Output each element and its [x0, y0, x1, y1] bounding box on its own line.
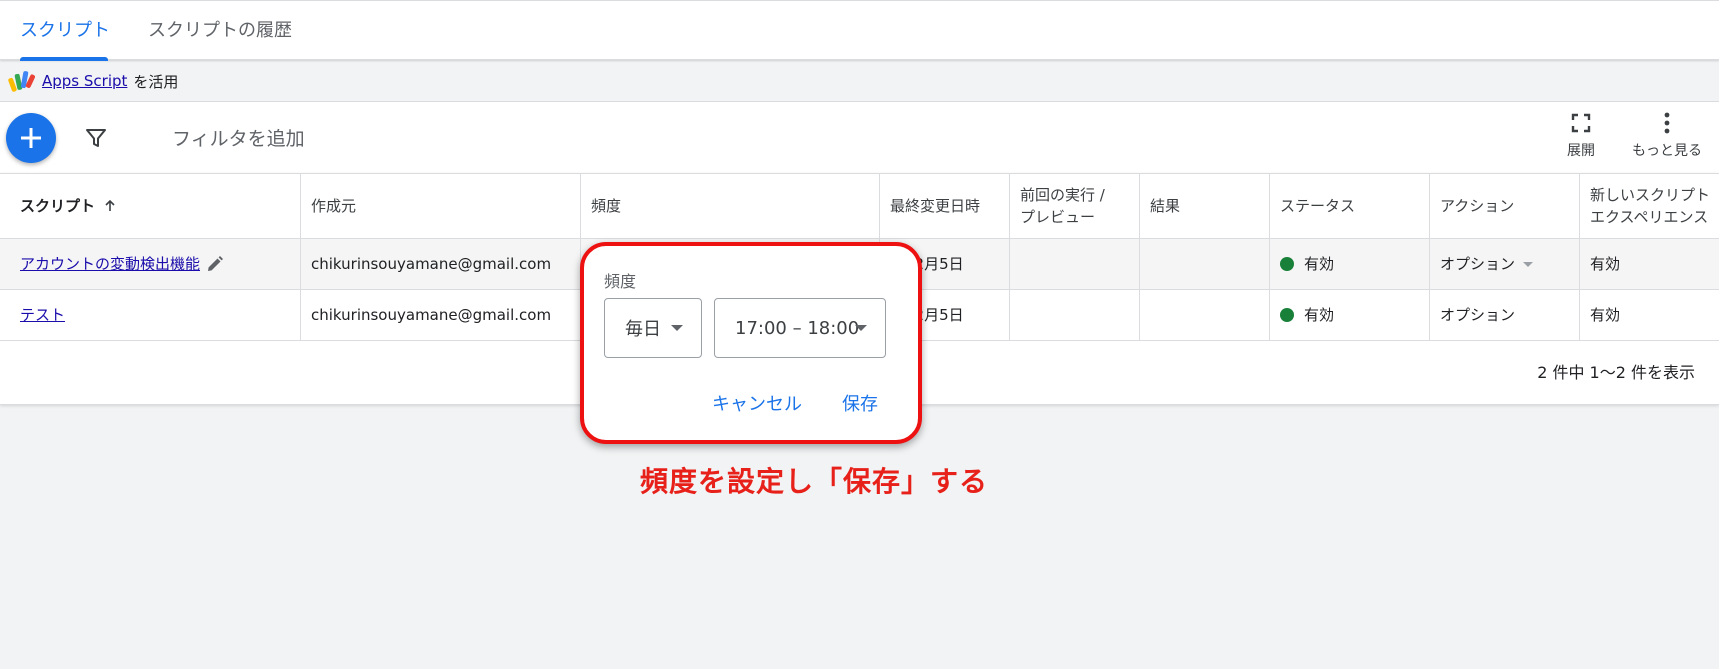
script-name-link[interactable]: テスト	[20, 304, 65, 326]
status-dot-icon	[1280, 257, 1294, 271]
toolbar: 展開 もっと見る	[0, 101, 1719, 173]
status-cell: 有効	[1270, 239, 1430, 289]
header-result: 結果	[1140, 174, 1270, 238]
table-header-row: スクリプト 作成元 頻度 最終変更日時 前回の実行 / プレビュー 結果 ステー…	[0, 173, 1719, 239]
apps-script-link[interactable]: Apps Script	[42, 72, 127, 90]
apps-script-suffix: を活用	[133, 72, 179, 91]
time-range-select[interactable]: 17:00 – 18:00	[714, 298, 886, 358]
dropdown-caret-icon	[671, 325, 683, 331]
dropdown-caret-icon	[1523, 261, 1534, 267]
header-frequency: 頻度	[581, 174, 880, 238]
header-script[interactable]: スクリプト	[0, 174, 301, 238]
apps-script-bar: Apps Script を活用	[0, 61, 1719, 101]
creator-cell: chikurinsouyamane@gmail.com	[301, 290, 581, 340]
tab-bar: スクリプト スクリプトの履歴	[0, 0, 1719, 61]
expand-label: 展開	[1567, 143, 1595, 159]
new-exp-cell: 有効	[1590, 306, 1621, 324]
popup-title: 頻度	[604, 272, 637, 291]
plus-icon	[21, 128, 41, 148]
header-prev-run: 前回の実行 / プレビュー	[1010, 174, 1140, 238]
status-label: 有効	[1304, 255, 1335, 273]
time-range-value: 17:00 – 18:00	[735, 317, 860, 339]
prev-run-cell	[1010, 239, 1140, 289]
header-script-label: スクリプト	[20, 197, 96, 215]
save-button[interactable]: 保存	[842, 390, 878, 416]
action-dropdown[interactable]: オプション	[1430, 239, 1580, 289]
more-label: もっと見る	[1632, 143, 1702, 159]
add-script-button[interactable]	[6, 113, 56, 163]
filter-input[interactable]	[170, 116, 674, 162]
new-exp-cell: 有効	[1590, 255, 1621, 273]
result-cell	[1140, 290, 1270, 340]
pagination-text: 2 件中 1〜2 件を表示	[1537, 363, 1695, 382]
script-name-cell: アカウントの変動検出機能	[0, 239, 301, 289]
header-prev-run-line1: 前回の実行 /	[1020, 186, 1105, 204]
pencil-icon[interactable]	[206, 255, 224, 273]
more-button[interactable]: もっと見る	[1632, 112, 1702, 160]
status-label: 有効	[1304, 306, 1335, 324]
header-new-experience: 新しいスクリプト エクスペリエンス	[1580, 174, 1719, 238]
header-action: アクション	[1430, 174, 1580, 238]
script-name-link[interactable]: アカウントの変動検出機能	[20, 253, 200, 275]
frequency-select[interactable]: 毎日	[604, 298, 702, 358]
sort-up-icon	[105, 199, 115, 211]
prev-run-cell	[1010, 290, 1140, 340]
dropdown-caret-icon	[855, 325, 867, 331]
apps-script-logo	[8, 71, 36, 92]
header-creator: 作成元	[301, 174, 581, 238]
tab-script-history[interactable]: スクリプトの履歴	[148, 1, 292, 61]
header-status: ステータス	[1270, 174, 1430, 238]
frequency-value: 毎日	[625, 319, 661, 340]
status-cell: 有効	[1270, 290, 1430, 340]
expand-button[interactable]: 展開	[1567, 112, 1595, 160]
action-label: オプション	[1440, 255, 1516, 273]
tab-scripts[interactable]: スクリプト	[20, 1, 110, 61]
filter-icon[interactable]	[84, 126, 108, 150]
result-cell	[1140, 239, 1270, 289]
cancel-button[interactable]: キャンセル	[712, 390, 802, 416]
header-prev-run-line2: プレビュー	[1020, 208, 1096, 226]
instruction-annotation: 頻度を設定し「保存」する	[640, 465, 989, 498]
action-dropdown[interactable]: オプション	[1430, 290, 1580, 340]
frequency-popup: 頻度 毎日 17:00 – 18:00 キャンセル 保存	[580, 242, 922, 444]
creator-cell: chikurinsouyamane@gmail.com	[301, 239, 581, 289]
more-vert-icon	[1664, 112, 1670, 134]
header-new-exp-line1: 新しいスクリプト	[1590, 186, 1711, 204]
header-new-exp-line2: エクスペリエンス	[1590, 208, 1709, 226]
action-label: オプション	[1440, 306, 1516, 324]
status-dot-icon	[1280, 308, 1294, 322]
header-last-modified: 最終変更日時	[880, 174, 1010, 238]
expand-icon	[1571, 113, 1591, 133]
script-name-cell: テスト	[0, 290, 301, 340]
